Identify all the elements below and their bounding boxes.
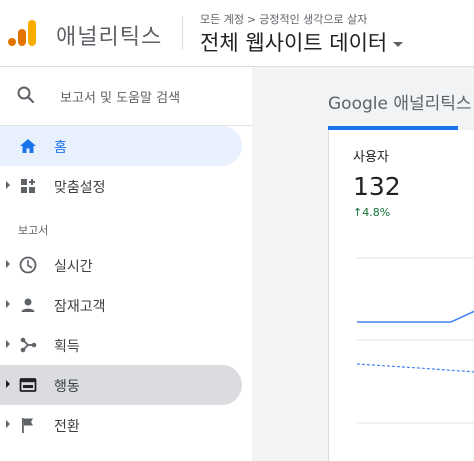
person-icon	[21, 298, 35, 312]
dashboard-grid-icon	[21, 179, 35, 193]
view-title: 전체 웹사이트 데이터	[200, 31, 388, 55]
metric-value: 132	[353, 172, 401, 201]
sidebar-item-acquisition[interactable]: 획득	[0, 325, 242, 365]
expand-arrow-icon[interactable]	[6, 260, 10, 268]
analytics-logo-icon[interactable]	[8, 18, 38, 48]
flag-icon	[22, 418, 33, 433]
home-tab[interactable]: Google 애널리틱스	[328, 89, 472, 114]
main-content: Google 애널리틱스 사용자 132 ↑4.8%	[252, 67, 474, 461]
expand-arrow-icon[interactable]	[6, 181, 10, 189]
users-trend-chart	[356, 257, 474, 424]
previous-period-line	[356, 363, 474, 373]
breadcrumb-separator: >	[246, 13, 257, 26]
sidebar-item-label: 잠재고객	[54, 299, 106, 315]
sidebar-item-customization[interactable]: 맞춤설정	[0, 166, 242, 206]
search-reports[interactable]: 보고서 및 도움말 검색	[0, 67, 252, 126]
expand-arrow-icon[interactable]	[6, 340, 10, 348]
sidebar-item-behavior[interactable]: 행동	[0, 365, 242, 405]
sidebar-item-label: 홈	[54, 140, 67, 156]
sidebar-item-label: 획득	[54, 339, 80, 355]
sidebar-item-audience[interactable]: 잠재고객	[0, 285, 242, 325]
metric-delta: ↑4.8%	[353, 206, 391, 219]
acquisition-icon	[20, 337, 37, 353]
caret-down-icon	[393, 41, 404, 47]
users-metric-card[interactable]: 사용자 132 ↑4.8%	[328, 130, 474, 461]
sidebar-item-label: 전환	[54, 419, 80, 435]
sidebar: 보고서 및 도움말 검색 홈 맞춤설정 보고서 실시간 잠재고객 획득 행동 전…	[0, 67, 252, 461]
sidebar-item-conversions[interactable]: 전환	[0, 405, 242, 445]
expand-arrow-icon[interactable]	[6, 300, 10, 308]
header-divider	[182, 16, 183, 50]
sidebar-item-label: 실시간	[54, 259, 93, 275]
breadcrumb[interactable]: 모든 계정 > 긍정적인 생각으로 살자	[200, 11, 367, 27]
app-name: 애널리틱스	[56, 25, 163, 50]
clock-icon	[19, 256, 37, 274]
current-period-line	[357, 310, 474, 323]
home-icon	[20, 139, 36, 153]
sidebar-item-label: 맞춤설정	[54, 180, 106, 196]
sidebar-item-realtime[interactable]: 실시간	[0, 245, 242, 285]
app-header: 애널리틱스 모든 계정 > 긍정적인 생각으로 살자 전체 웹사이트 데이터	[0, 0, 474, 67]
breadcrumb-property[interactable]: 긍정적인 생각으로 살자	[259, 13, 367, 26]
breadcrumb-account[interactable]: 모든 계정	[200, 13, 244, 26]
view-selector[interactable]: 전체 웹사이트 데이터	[200, 27, 404, 57]
reports-section-label: 보고서	[18, 224, 49, 237]
expand-arrow-icon[interactable]	[6, 380, 10, 388]
search-icon	[17, 86, 35, 104]
search-label: 보고서 및 도움말 검색	[60, 91, 181, 106]
metric-label: 사용자	[353, 150, 389, 165]
behavior-icon	[19, 378, 37, 392]
sidebar-item-home[interactable]: 홈	[0, 126, 242, 166]
sidebar-item-label: 행동	[54, 379, 80, 395]
expand-arrow-icon[interactable]	[6, 420, 10, 428]
